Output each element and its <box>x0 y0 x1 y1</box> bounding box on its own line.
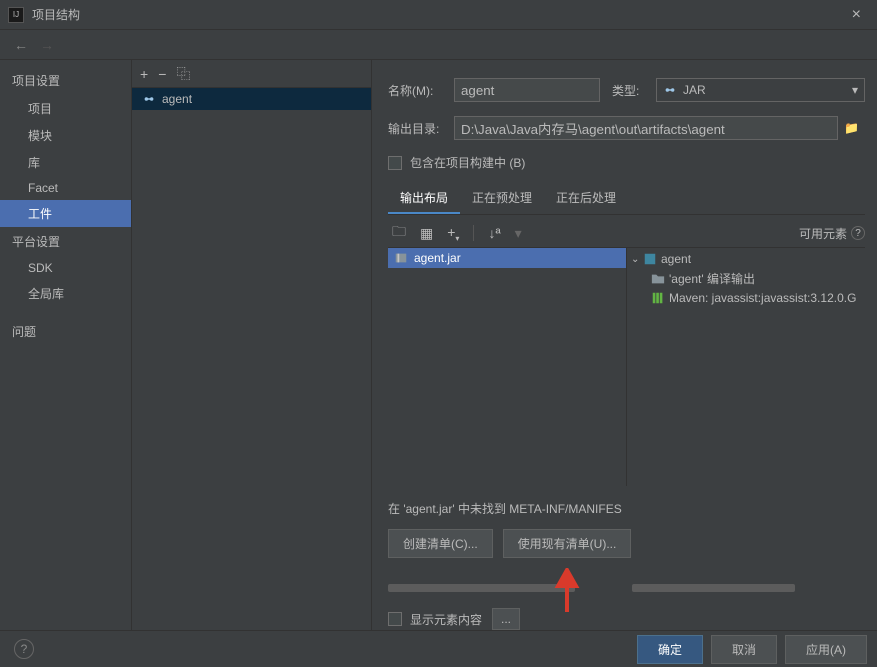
new-archive-icon[interactable]: ▦ <box>416 225 437 242</box>
detail-panel: 名称(M): 类型: JAR ▾ 输出目录: 📁 包含在项目构建中 (B) 输出… <box>372 60 877 630</box>
help-small-icon[interactable]: ? <box>851 226 865 240</box>
scrollbar-left[interactable] <box>388 584 622 594</box>
tab-output-layout[interactable]: 输出布局 <box>388 183 460 214</box>
add-icon[interactable]: + <box>140 66 148 82</box>
close-icon[interactable]: × <box>844 2 869 28</box>
show-content-label: 显示元素内容 <box>410 611 482 628</box>
sidebar-item-project[interactable]: 项目 <box>0 95 131 122</box>
sidebar-item-libraries[interactable]: 库 <box>0 149 131 176</box>
include-build-checkbox[interactable] <box>388 156 402 170</box>
tab-post-processing[interactable]: 正在后处理 <box>544 183 628 214</box>
output-input[interactable] <box>454 116 838 140</box>
more-button[interactable]: ... <box>492 608 520 630</box>
include-build-label: 包含在项目构建中 (B) <box>410 154 525 171</box>
artifact-toolbar: + − ⿻ <box>132 60 371 88</box>
jar-icon <box>142 92 156 106</box>
type-select[interactable]: JAR ▾ <box>656 78 865 102</box>
sidebar-item-modules[interactable]: 模块 <box>0 122 131 149</box>
forward-icon[interactable]: → <box>34 37 60 53</box>
back-icon[interactable]: ← <box>8 37 34 53</box>
title-bar: IJ 项目结构 × <box>0 0 877 30</box>
artifact-entry-agent[interactable]: agent <box>132 88 371 110</box>
output-tree: agent.jar <box>388 248 627 486</box>
sort-icon[interactable]: ↓ª <box>484 225 504 241</box>
scrollbar-right[interactable] <box>632 584 866 594</box>
sidebar-section-project: 项目设置 <box>0 66 131 95</box>
library-icon <box>651 291 665 305</box>
artifact-entry-label: agent <box>162 92 192 106</box>
sidebar: 项目设置 项目 模块 库 Facet 工件 平台设置 SDK 全局库 问题 <box>0 60 132 630</box>
folder-icon <box>651 272 665 286</box>
manifest-info: 在 'agent.jar' 中未找到 META-INF/MANIFES 创建清单… <box>388 496 865 558</box>
name-label: 名称(M): <box>388 82 454 99</box>
chevron-down-icon: ⌄ <box>631 254 643 265</box>
apply-button[interactable]: 应用(A) <box>785 635 867 664</box>
browse-folder-icon[interactable]: 📁 <box>838 121 865 135</box>
expand-icon[interactable]: ▾ <box>511 225 526 242</box>
tabs: 输出布局 正在预处理 正在后处理 <box>388 183 865 215</box>
tree-child-maven-lib[interactable]: Maven: javassist:javassist:3.12.0.G <box>627 289 865 307</box>
available-elements-label: 可用元素 ? <box>799 225 865 242</box>
sidebar-item-problems[interactable]: 问题 <box>0 317 131 346</box>
cancel-button[interactable]: 取消 <box>711 635 777 664</box>
jar-tree-item[interactable]: agent.jar <box>388 248 626 268</box>
remove-icon[interactable]: − <box>158 66 166 82</box>
footer: ? 确定 取消 应用(A) <box>0 630 877 667</box>
tree-child-compile-output[interactable]: 'agent' 编译输出 <box>627 268 865 289</box>
sidebar-section-platform: 平台设置 <box>0 227 131 256</box>
sidebar-item-sdk[interactable]: SDK <box>0 256 131 280</box>
archive-icon <box>394 251 408 265</box>
artifact-list-panel: + − ⿻ agent <box>132 60 372 630</box>
create-manifest-button[interactable]: 创建清单(C)... <box>388 529 493 558</box>
manifest-msg: 在 'agent.jar' 中未找到 META-INF/MANIFES <box>388 496 865 521</box>
type-label: 类型: <box>612 82 656 99</box>
tab-pre-processing[interactable]: 正在预处理 <box>460 183 544 214</box>
output-label: 输出目录: <box>388 120 454 137</box>
window-title: 项目结构 <box>32 6 844 23</box>
sidebar-item-global-libs[interactable]: 全局库 <box>0 280 131 307</box>
use-manifest-button[interactable]: 使用现有清单(U)... <box>503 529 632 558</box>
chevron-down-icon: ▾ <box>852 83 858 97</box>
app-logo-icon: IJ <box>8 7 24 23</box>
help-icon[interactable]: ? <box>14 639 34 659</box>
show-content-checkbox[interactable] <box>388 612 402 626</box>
new-folder-icon[interactable]: 🗀 <box>388 221 410 245</box>
name-input[interactable] <box>454 78 600 102</box>
module-icon <box>643 252 657 266</box>
ok-button[interactable]: 确定 <box>637 635 703 664</box>
copy-icon[interactable]: ⿻ <box>176 64 190 84</box>
sidebar-item-facet[interactable]: Facet <box>0 176 131 200</box>
available-tree: ⌄ agent 'agent' 编译输出 Maven: javassist:ja… <box>627 248 865 486</box>
sidebar-item-artifacts[interactable]: 工件 <box>0 200 131 227</box>
nav-bar: ← → <box>0 30 877 60</box>
add-copy-icon[interactable]: +▾ <box>443 224 463 243</box>
tree-root-agent[interactable]: ⌄ agent <box>627 250 865 268</box>
jar-icon <box>663 83 677 97</box>
layout-toolbar: 🗀 ▦ +▾ ↓ª ▾ 可用元素 ? <box>388 221 865 245</box>
